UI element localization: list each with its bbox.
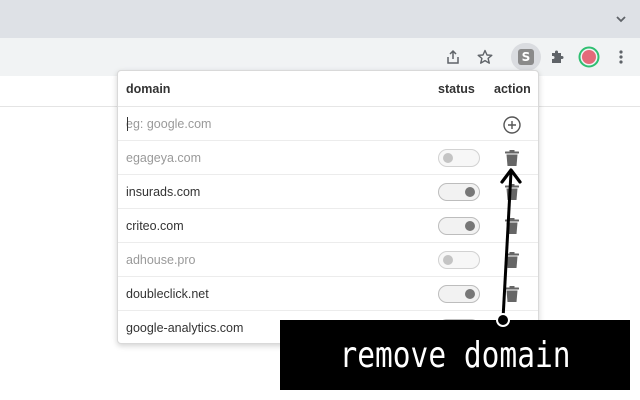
more-vertical-icon[interactable] [609,45,633,69]
extension-popup: domain status action egageya.com insurad… [117,70,539,344]
add-domain-row [118,107,538,141]
trash-icon[interactable] [503,149,521,167]
status-toggle[interactable] [438,183,480,201]
domain-name: google-analytics.com [126,321,244,335]
domain-row: criteo.com [118,209,538,243]
domain-name: criteo.com [126,219,184,233]
text-caret [127,117,128,131]
domain-name: egageya.com [126,151,202,165]
puzzle-icon[interactable] [545,45,569,69]
profile-avatar-icon[interactable] [577,45,601,69]
table-header: domain status action [118,71,538,107]
tab-strip [0,0,640,38]
domain-name: doubleclick.net [126,287,209,301]
header-action: action [494,82,531,96]
trash-icon[interactable] [503,251,521,269]
header-status: status [438,82,475,96]
domain-row: insurads.com [118,175,538,209]
chevron-down-icon[interactable] [614,12,628,26]
callout-banner: remove domain [280,320,630,390]
trash-icon[interactable] [503,183,521,201]
domain-name: adhouse.pro [126,253,196,267]
domain-name: insurads.com [126,185,201,199]
header-domain: domain [126,82,171,96]
extension-s-icon[interactable]: S [511,43,541,71]
domain-input[interactable] [126,113,416,135]
share-icon[interactable] [441,45,465,69]
star-icon[interactable] [473,45,497,69]
status-toggle[interactable] [438,251,480,269]
status-toggle[interactable] [438,217,480,235]
domain-row: adhouse.pro [118,243,538,277]
status-toggle[interactable] [438,149,480,167]
trash-icon[interactable] [503,217,521,235]
status-toggle[interactable] [438,285,480,303]
add-domain-plus-icon[interactable] [502,115,522,135]
domain-row: doubleclick.net [118,277,538,311]
extension-letter: S [518,49,534,65]
trash-icon[interactable] [503,285,521,303]
domain-row: egageya.com [118,141,538,175]
callout-text: remove domain [339,334,571,376]
